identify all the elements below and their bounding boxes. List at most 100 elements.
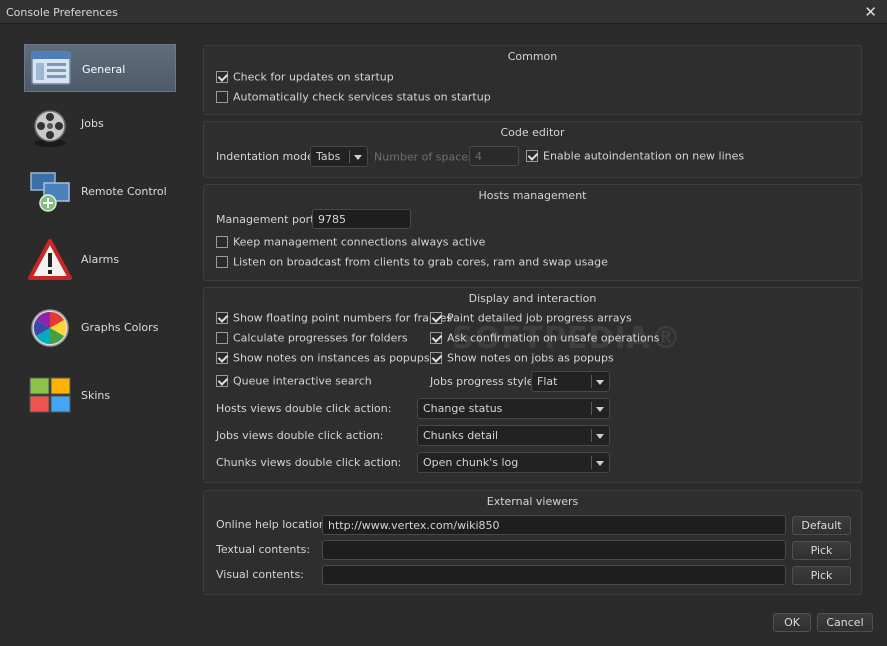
skins-icon [29, 377, 71, 413]
ask-confirm-option[interactable]: Ask confirmation on unsafe operations [430, 331, 659, 345]
autoindent-checkbox[interactable] [526, 150, 538, 162]
notes-jobs-label: Show notes on jobs as popups [447, 351, 614, 365]
warning-triangle-icon [28, 239, 72, 280]
listen-broadcast-label: Listen on broadcast from clients to grab… [233, 255, 608, 269]
chunks-dbl-select[interactable]: Open chunk's log [417, 452, 610, 473]
check-updates-label: Check for updates on startup [233, 70, 394, 84]
spaces-label: Number of spaces: [374, 150, 478, 164]
notes-instances-checkbox[interactable] [216, 352, 228, 364]
sidebar-item-label: Alarms [81, 253, 120, 266]
paint-arrays-option[interactable]: Paint detailed job progress arrays [430, 311, 632, 325]
jobs-dbl-select[interactable]: Chunks detail [417, 425, 610, 446]
listen-broadcast-option[interactable]: Listen on broadcast from clients to grab… [216, 255, 608, 269]
window-icon [31, 51, 71, 85]
floating-numbers-checkbox[interactable] [216, 312, 228, 324]
indentation-label: Indentation mode: [216, 150, 318, 163]
keep-connections-checkbox[interactable] [216, 236, 228, 248]
floating-numbers-option[interactable]: Show floating point numbers for frames [216, 311, 452, 325]
check-services-label: Automatically check services status on s… [233, 90, 491, 104]
hosts-dbl-label: Hosts views double click action: [216, 402, 392, 415]
ask-confirm-label: Ask confirmation on unsafe operations [447, 331, 660, 345]
pick-visual-button[interactable]: Pick [792, 566, 851, 585]
calc-progress-checkbox[interactable] [216, 332, 228, 344]
indentation-mode-value: Tabs [316, 150, 341, 163]
sidebar-item-alarms[interactable]: Alarms [24, 228, 176, 296]
ask-confirm-checkbox[interactable] [430, 332, 442, 344]
sidebar-item-label: Remote Control [81, 185, 167, 198]
textual-contents-input[interactable] [322, 540, 786, 560]
hosts-dbl-select[interactable]: Change status [417, 398, 610, 419]
group-title: Display and interaction [468, 292, 597, 305]
display-interaction-group: Display and interaction Show floating po… [203, 287, 862, 483]
notes-jobs-option[interactable]: Show notes on jobs as popups [430, 351, 614, 365]
queue-search-label: Queue interactive search [233, 374, 372, 388]
group-title: External viewers [486, 495, 579, 508]
group-title: Common [507, 50, 558, 63]
visual-contents-label: Visual contents: [216, 568, 304, 581]
cancel-button[interactable]: Cancel [817, 613, 873, 632]
sidebar-item-label: General [82, 63, 126, 76]
help-location-label: Online help location: [216, 518, 330, 531]
sidebar-item-label: Skins [81, 389, 111, 402]
sidebar-item-general[interactable]: General [24, 44, 176, 92]
autoindent-label: Enable autoindentation on new lines [543, 149, 745, 163]
default-button[interactable]: Default [792, 516, 851, 535]
visual-contents-input[interactable] [322, 565, 786, 585]
paint-arrays-label: Paint detailed job progress arrays [447, 311, 632, 325]
network-computers-icon [30, 172, 70, 212]
window-title: Console Preferences [6, 6, 118, 19]
close-icon[interactable]: ✕ [864, 3, 877, 21]
chevron-down-icon [596, 407, 604, 412]
help-location-input[interactable]: http://www.vertex.com/wiki850 [322, 515, 786, 535]
notes-instances-option[interactable]: Show notes on instances as popups [216, 351, 430, 365]
group-title: Code editor [500, 126, 565, 139]
sidebar-item-jobs[interactable]: Jobs [24, 92, 176, 160]
sidebar-item-skins[interactable]: Skins [24, 364, 176, 432]
external-viewers-group: External viewers Online help location: h… [203, 490, 862, 595]
chevron-down-icon [354, 155, 362, 160]
color-wheel-icon [31, 309, 69, 347]
ok-button[interactable]: OK [773, 613, 811, 632]
hosts-dbl-value: Change status [423, 402, 503, 415]
queue-search-option[interactable]: Queue interactive search [216, 374, 372, 388]
autoindent-option[interactable]: Enable autoindentation on new lines [526, 149, 744, 163]
textual-contents-label: Textual contents: [216, 543, 311, 556]
paint-arrays-checkbox[interactable] [430, 312, 442, 324]
progress-style-label: Jobs progress style: [430, 375, 538, 388]
sidebar-item-graphs-colors[interactable]: Graphs Colors [24, 296, 176, 364]
check-services-checkbox[interactable] [216, 91, 228, 103]
sidebar-item-label: Graphs Colors [81, 321, 159, 334]
group-title: Hosts management [478, 189, 587, 202]
notes-instances-label: Show notes on instances as popups [233, 351, 430, 365]
management-port-label: Management port: [216, 213, 319, 226]
progress-style-select[interactable]: Flat [531, 371, 610, 392]
sidebar-item-label: Jobs [81, 117, 104, 130]
notes-jobs-checkbox[interactable] [430, 352, 442, 364]
spaces-input[interactable]: 4 [469, 146, 519, 166]
check-services-option[interactable]: Automatically check services status on s… [216, 90, 491, 104]
keep-connections-option[interactable]: Keep management connections always activ… [216, 235, 485, 249]
chunks-dbl-label: Chunks views double click action: [216, 456, 402, 469]
indentation-mode-select[interactable]: Tabs [310, 146, 368, 167]
sidebar: General Jobs Remote Control Alarms Graph… [24, 44, 176, 432]
film-reel-icon [34, 110, 66, 147]
chunks-dbl-value: Open chunk's log [423, 456, 519, 469]
calc-progress-label: Calculate progresses for folders [233, 331, 408, 345]
code-editor-group: Code editor Indentation mode: Tabs Numbe… [203, 121, 862, 178]
management-port-input[interactable]: 9785 [312, 209, 411, 229]
queue-search-checkbox[interactable] [216, 375, 228, 387]
calc-progress-option[interactable]: Calculate progresses for folders [216, 331, 408, 345]
pick-textual-button[interactable]: Pick [792, 541, 851, 560]
title-bar: Console Preferences ✕ [0, 0, 887, 24]
check-updates-option[interactable]: Check for updates on startup [216, 70, 394, 84]
chevron-down-icon [596, 434, 604, 439]
hosts-management-group: Hosts management Management port: 9785 K… [203, 184, 862, 281]
check-updates-checkbox[interactable] [216, 71, 228, 83]
chevron-down-icon [596, 380, 604, 385]
listen-broadcast-checkbox[interactable] [216, 256, 228, 268]
chevron-down-icon [596, 461, 604, 466]
sidebar-item-remote-control[interactable]: Remote Control [24, 160, 176, 228]
jobs-dbl-value: Chunks detail [423, 429, 499, 442]
floating-numbers-label: Show floating point numbers for frames [233, 311, 453, 325]
common-group: Common Check for updates on startup Auto… [203, 45, 862, 115]
